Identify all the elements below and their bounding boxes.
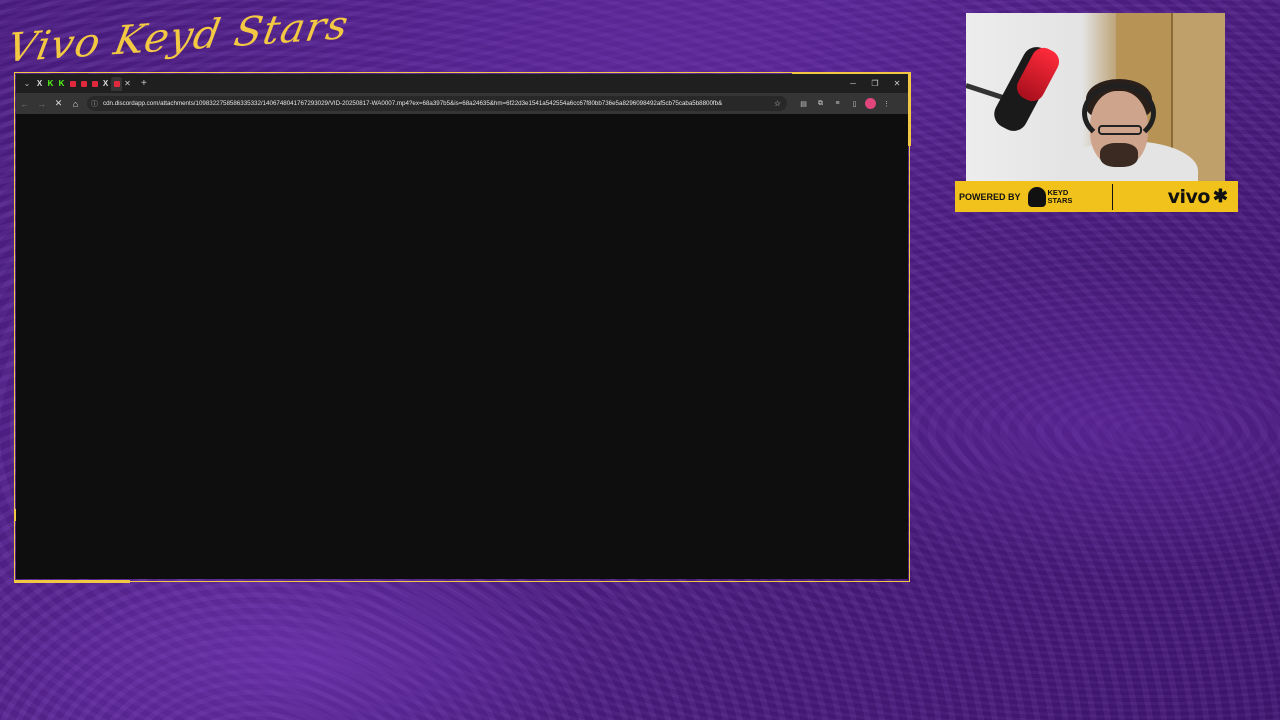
keyd-stars-text: KEYD STARS	[1047, 187, 1073, 205]
tab-x[interactable]: X	[34, 77, 45, 91]
x-icon: X	[36, 79, 43, 88]
close-tab-icon[interactable]: ✕	[122, 79, 133, 88]
forward-icon[interactable]: →	[33, 95, 50, 112]
tab-red[interactable]	[67, 77, 78, 91]
webcam-feed	[966, 13, 1225, 181]
new-tab-button[interactable]: +	[141, 78, 147, 89]
banner-divider	[1111, 183, 1113, 210]
sidebar-icon[interactable]: ▯	[848, 97, 861, 110]
logo-text: Vivo Keyd Stars	[3, 2, 353, 72]
save-icon[interactable]: ▤	[797, 97, 810, 110]
toolbar-actions: ▤ ⧉ ≡ ▯ ⋮	[797, 97, 893, 110]
close-window-icon[interactable]: ✕	[886, 74, 908, 93]
media-controls-icon[interactable]: ≡	[831, 97, 844, 110]
glasses	[1098, 125, 1142, 135]
url-text: cdn.discordapp.com/attachments/109832275…	[103, 100, 723, 107]
tab-kick[interactable]: K	[56, 77, 67, 91]
minimize-icon[interactable]: ─	[842, 74, 864, 93]
vivo-logo: vivo ✱	[1168, 186, 1228, 208]
kick-icon: K	[47, 79, 54, 88]
powered-by-label: POWERED BY	[959, 191, 1021, 202]
vivo-person-icon: ✱	[1212, 186, 1228, 206]
frame-accent	[908, 72, 911, 146]
profile-avatar[interactable]	[865, 98, 876, 109]
beard	[1100, 143, 1138, 167]
tab-red[interactable]	[78, 77, 89, 91]
tab-kick[interactable]: K	[45, 77, 56, 91]
home-icon[interactable]: ⌂	[67, 95, 84, 112]
vivo-text: vivo	[1167, 185, 1211, 208]
tab-red[interactable]	[89, 77, 100, 91]
menu-kebab-icon[interactable]: ⋮	[880, 97, 893, 110]
address-bar[interactable]: ⓘ cdn.discordapp.com/attachments/1098322…	[87, 96, 787, 111]
red-tab-icon	[91, 80, 98, 87]
sponsor-banner: POWERED BY KEYD STARS vivo ✱	[955, 181, 1238, 212]
red-tab-icon	[69, 80, 76, 87]
tab-x[interactable]: X	[100, 77, 111, 91]
extensions-icon[interactable]: ⧉	[814, 97, 827, 110]
back-icon[interactable]: ←	[16, 95, 33, 112]
red-tab-icon	[80, 80, 87, 87]
keyd-stars-logo: KEYD STARS	[1027, 186, 1078, 207]
site-info-icon[interactable]: ⓘ	[91, 99, 101, 109]
page-viewport[interactable]	[16, 114, 908, 579]
restore-icon[interactable]: ❐	[864, 74, 886, 93]
tab-active[interactable]	[111, 76, 122, 91]
frame-accent	[14, 580, 130, 583]
red-tab-icon	[113, 80, 120, 87]
tab-search-icon[interactable]: ⌄	[20, 77, 34, 91]
bookmark-star-icon[interactable]: ☆	[774, 99, 787, 108]
browser-window: ⌄ X K K X ✕ + ─ ❐ ✕ ← → ✕ ⌂ ⓘ cdn.discor…	[16, 74, 908, 579]
stop-loading-icon[interactable]: ✕	[50, 95, 67, 112]
window-controls: ─ ❐ ✕	[842, 74, 908, 93]
helmet-icon	[1027, 186, 1046, 207]
x-icon: X	[102, 79, 109, 88]
tab-strip: ⌄ X K K X ✕ + ─ ❐ ✕	[16, 74, 908, 93]
kick-icon: K	[58, 79, 65, 88]
browser-toolbar: ← → ✕ ⌂ ⓘ cdn.discordapp.com/attachments…	[16, 93, 908, 114]
